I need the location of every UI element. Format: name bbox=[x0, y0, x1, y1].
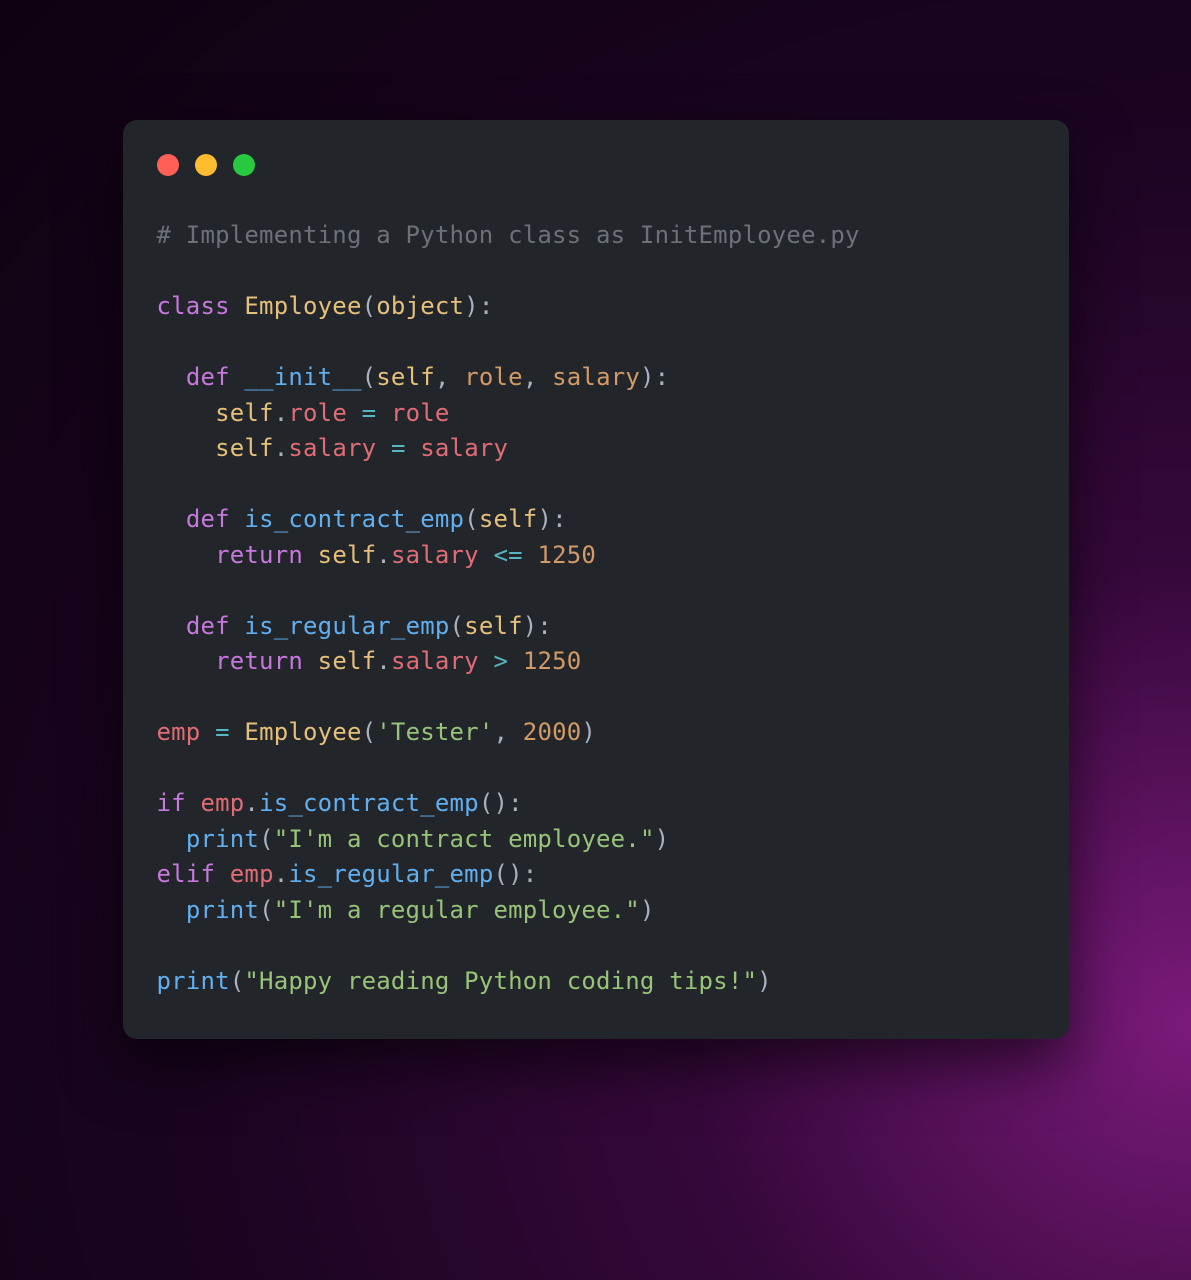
kw-class: class bbox=[157, 292, 230, 320]
maximize-button[interactable] bbox=[233, 154, 255, 176]
window-titlebar bbox=[157, 154, 1035, 176]
param-salary: salary bbox=[552, 363, 640, 391]
fn-is-contract: is_contract_emp bbox=[244, 505, 464, 533]
code-window: # Implementing a Python class as InitEmp… bbox=[123, 120, 1069, 1039]
code-comment: # Implementing a Python class as InitEmp… bbox=[157, 221, 860, 249]
minimize-button[interactable] bbox=[195, 154, 217, 176]
param-self: self bbox=[376, 363, 435, 391]
base-class: object bbox=[376, 292, 464, 320]
var-emp: emp bbox=[157, 718, 201, 746]
fn-init: __init__ bbox=[244, 363, 361, 391]
kw-def: def bbox=[186, 363, 230, 391]
close-button[interactable] bbox=[157, 154, 179, 176]
fn-is-regular: is_regular_emp bbox=[244, 612, 449, 640]
class-name: Employee bbox=[244, 292, 361, 320]
code-block: # Implementing a Python class as InitEmp… bbox=[157, 218, 1035, 999]
param-role: role bbox=[464, 363, 523, 391]
